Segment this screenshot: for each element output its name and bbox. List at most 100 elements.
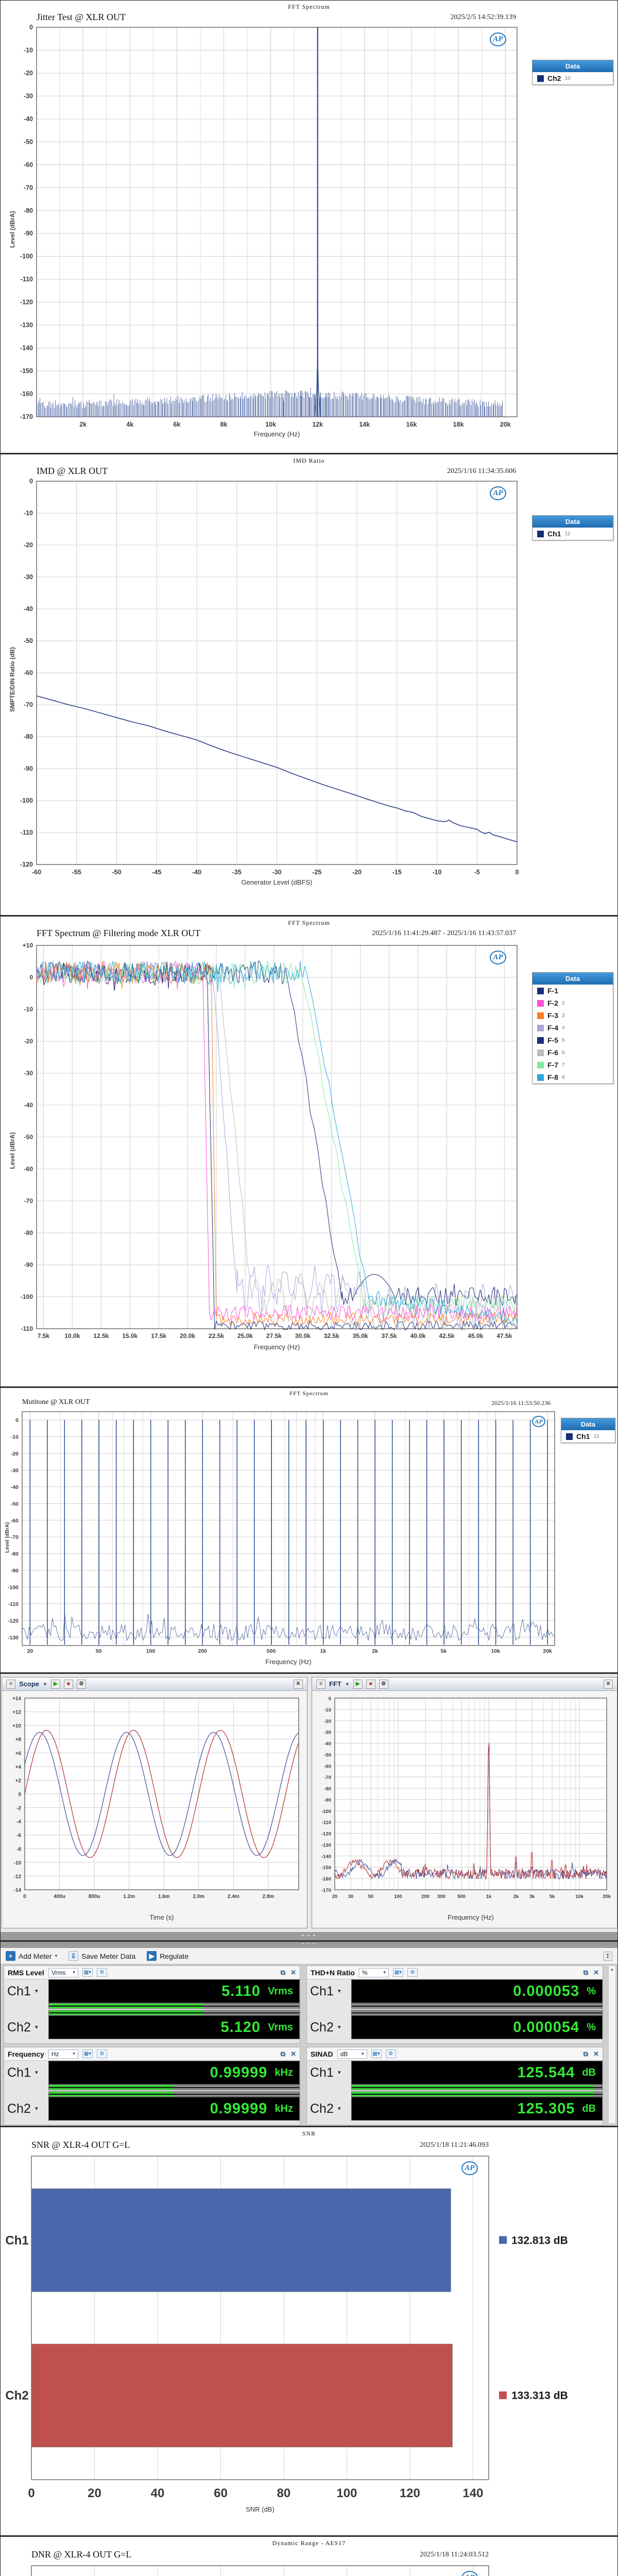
legend-item-f-4[interactable]: F-44 [533,1022,613,1034]
chevron-down-icon[interactable]: ▼ [345,1682,350,1687]
close-icon[interactable]: ✕ [290,2050,296,2058]
export-icon[interactable]: ↥ [603,1952,612,1961]
scroll-up-icon[interactable]: ▲ [610,1966,614,1972]
channel-select[interactable]: Ch2▼ [307,2097,351,2121]
svg-text:0: 0 [329,1696,331,1702]
settings-gear-icon[interactable]: ⚙ [77,1680,86,1689]
unit-select[interactable]: %▾ [359,1968,389,1977]
close-icon[interactable]: ✕ [593,2050,599,2058]
unit-select[interactable]: Hz▾ [48,2049,78,2059]
svg-text:-110: -110 [21,1325,33,1332]
panel-menu-icon[interactable]: ≡ [316,1680,325,1689]
scrollbar[interactable]: ▲ [608,1965,616,2124]
popout-icon[interactable]: ⧉ [281,1969,285,1977]
legend-suffix: 3 [562,1013,565,1019]
meter-settings-icon[interactable]: ⚙ [386,2049,396,2058]
channel-select[interactable]: Ch2▼ [4,2015,48,2039]
svg-text:2.4m: 2.4m [228,1894,239,1900]
legend-item-f-6[interactable]: F-66 [533,1046,613,1059]
chart-heading: Jitter Test @ XLR OUT [37,12,126,23]
svg-text:-40: -40 [11,1484,19,1490]
legend-item-f-2[interactable]: F-22 [533,997,613,1009]
add-meter-button[interactable]: + Add Meter ▾ [6,1951,57,1961]
svg-text:0: 0 [516,869,519,876]
legend-item-f-5[interactable]: F-55 [533,1034,613,1046]
meter-settings-icon[interactable]: ⚙ [97,2049,107,2058]
svg-text:-10: -10 [24,510,33,517]
svg-text:30.0k: 30.0k [295,1332,311,1340]
legend-swatch [537,1049,544,1056]
legend-item-f-1[interactable]: F-1 [533,985,613,997]
popout-icon[interactable]: ⧉ [583,1969,588,1977]
close-icon[interactable]: ✕ [294,1680,303,1689]
svg-text:-10: -10 [432,869,441,876]
legend-item-f-7[interactable]: F-77 [533,1059,613,1071]
save-meter-data-button[interactable]: ⇩ Save Meter Data [68,1951,135,1961]
y-axis-label: Level (dBrA) [9,1132,16,1169]
svg-text:22.5k: 22.5k [209,1332,224,1340]
chart-title: FFT Spectrum [1,919,617,927]
panel-splitter[interactable]: • • • [1,1942,617,1948]
meter-display: 0.000053% [351,1979,603,2003]
svg-text:30: 30 [348,1894,354,1900]
channel-select[interactable]: Ch1▼ [307,2061,351,2084]
meter-row-ch1: Ch1▼125.544dB [307,2061,603,2084]
close-icon[interactable]: ✕ [604,1680,613,1689]
run-button[interactable]: ▶ [51,1680,60,1689]
popout-icon[interactable]: ⧉ [281,2050,285,2058]
close-icon[interactable]: ✕ [290,1969,296,1977]
svg-text:500: 500 [457,1894,466,1900]
svg-text:25.0k: 25.0k [237,1332,253,1340]
stop-button[interactable]: ■ [64,1680,73,1689]
meter-style-icon[interactable]: ▦▾ [82,2049,93,2058]
svg-text:2k: 2k [79,421,87,428]
legend-box: DataF-1F-22F-33F-44F-55F-66F-77F-88 [532,972,613,1084]
channel-select[interactable]: Ch2▼ [4,2097,48,2121]
chart-title: IMD Ratio [1,457,617,465]
svg-text:6k: 6k [173,421,180,428]
chevron-down-icon[interactable]: ▼ [43,1682,47,1687]
close-icon[interactable]: ✕ [593,1969,599,1977]
svg-text:400u: 400u [54,1894,65,1900]
meter-settings-icon[interactable]: ⚙ [97,1968,107,1977]
window-splitter[interactable]: • • • [1,1932,617,1940]
meter-style-icon[interactable]: ▦▾ [393,1968,403,1977]
channel-select[interactable]: Ch1▼ [4,2061,48,2084]
svg-text:-20: -20 [24,1038,33,1045]
legend-item-ch1[interactable]: Ch112 [533,528,613,540]
svg-text:300: 300 [437,1894,445,1900]
regulate-button[interactable]: ▶ Regulate [147,1951,188,1961]
svg-text:Frequency (Hz): Frequency (Hz) [448,1913,494,1921]
chart-timestamp: 2025/1/16 11:34:35.606 [447,467,516,476]
meter-row-ch2: Ch2▼125.305dB [307,2097,603,2121]
svg-text:-45: -45 [152,869,161,876]
svg-text:20: 20 [88,2486,101,2500]
meter-bar-line [49,2012,299,2013]
meter-style-icon[interactable]: ▦▾ [371,2049,382,2058]
channel-select[interactable]: Ch1▼ [307,1979,351,2003]
chart-title: FFT Spectrum [1,1391,617,1397]
popout-icon[interactable]: ⧉ [583,2050,588,2058]
run-button[interactable]: ▶ [353,1680,363,1689]
channel-label: Ch2 [310,2020,334,2035]
meter-style-icon[interactable]: ▦▾ [82,1968,93,1977]
chart-timestamp: 2025/1/18 11:21:46.093 [420,2141,489,2149]
legend-item-f-8[interactable]: F-88 [533,1071,613,1083]
legend-item-f-3[interactable]: F-33 [533,1009,613,1022]
channel-select[interactable]: Ch2▼ [307,2015,351,2039]
meter-display: 0.000054% [351,2015,603,2039]
legend-item-ch2[interactable]: Ch210 [533,72,613,84]
meter-settings-icon[interactable]: ⚙ [407,1968,418,1977]
panel-menu-icon[interactable]: ≡ [6,1680,15,1689]
svg-text:37.5k: 37.5k [382,1332,397,1340]
svg-text:-150: -150 [20,367,33,375]
stop-button[interactable]: ■ [366,1680,375,1689]
settings-gear-icon[interactable]: ⚙ [379,1680,388,1689]
unit-select[interactable]: dB▾ [337,2049,367,2059]
legend-item-ch1[interactable]: Ch122 [561,1430,615,1443]
unit-select[interactable]: Vrms▾ [48,1968,78,1977]
legend-header: Data [533,973,613,985]
svg-text:-14: -14 [14,1888,22,1893]
channel-select[interactable]: Ch1▼ [4,1979,48,2003]
meter-bar-line [352,2012,602,2013]
